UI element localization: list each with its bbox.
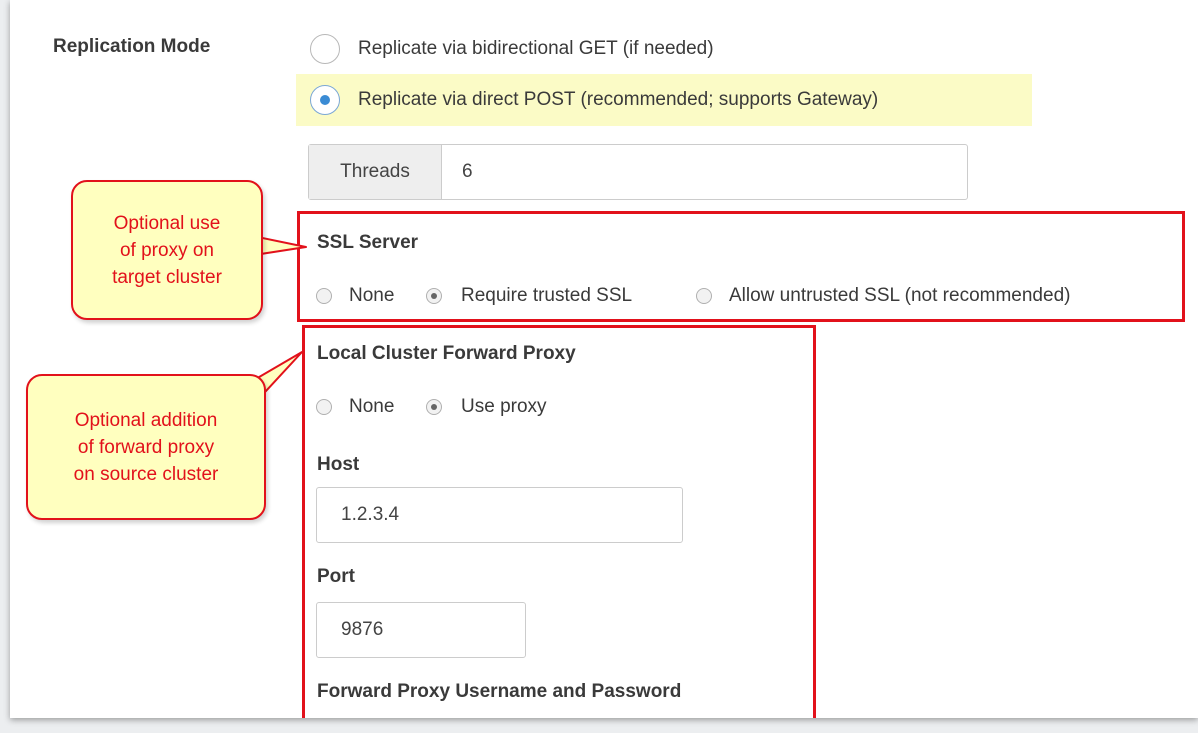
replication-settings-panel: Replication Mode Replicate via bidirecti… xyxy=(10,0,1198,718)
callout-target-cluster-proxy-text: Optional use of proxy on target cluster xyxy=(112,212,222,288)
callout-source-cluster-proxy: Optional addition of forward proxy on so… xyxy=(26,374,266,520)
callout-source-cluster-proxy-text: Optional addition of forward proxy on so… xyxy=(73,409,219,485)
callout-pointers xyxy=(247,234,307,405)
callout-target-cluster-proxy: Optional use of proxy on target cluster xyxy=(71,180,263,320)
